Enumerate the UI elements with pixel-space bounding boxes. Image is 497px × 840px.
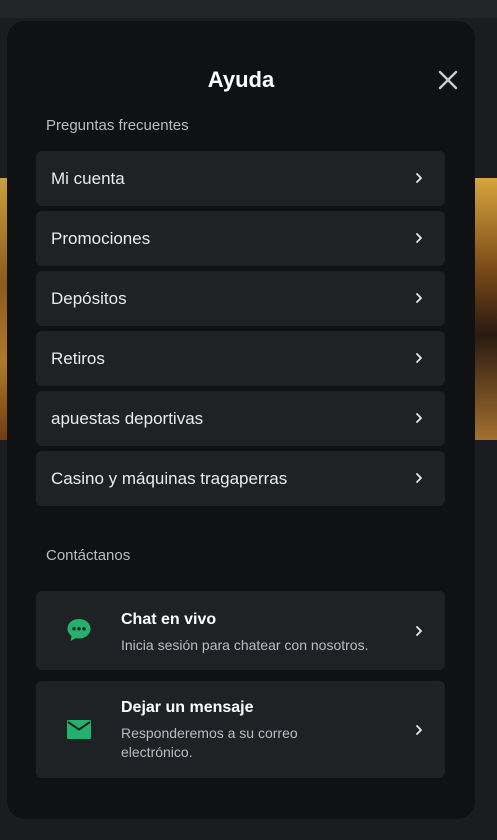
faq-section-label: Preguntas frecuentes xyxy=(46,117,189,134)
faq-item-label: Promociones xyxy=(51,229,151,248)
faq-item-retiros[interactable]: Retiros xyxy=(36,331,445,386)
chevron-right-icon xyxy=(416,725,422,735)
help-modal: Ayuda Preguntas frecuentes Mi cuenta Pro… xyxy=(7,21,475,819)
faq-item-depositos[interactable]: Depósitos xyxy=(36,271,445,326)
live-chat-button[interactable]: Chat en vivo Inicia sesión para chatear … xyxy=(36,591,445,670)
close-button[interactable] xyxy=(436,68,460,92)
faq-item-label: Retiros xyxy=(51,349,105,368)
background-game-thumbnail-right xyxy=(473,178,497,440)
faq-item-label: Casino y máquinas tragaperras xyxy=(51,469,288,488)
faq-item-apuestas-deportivas[interactable]: apuestas deportivas xyxy=(36,391,445,446)
contact-item-title: Dejar un mensaje xyxy=(121,699,254,716)
faq-item-casino[interactable]: Casino y máquinas tragaperras xyxy=(36,451,445,506)
faq-item-label: Mi cuenta xyxy=(51,169,125,188)
chevron-right-icon xyxy=(416,293,422,303)
chevron-right-icon xyxy=(416,233,422,243)
faq-item-label: apuestas deportivas xyxy=(51,409,204,428)
leave-message-button[interactable]: Dejar un mensaje Responderemos a su corr… xyxy=(36,681,445,778)
faq-item-label: Depósitos xyxy=(51,289,127,308)
contact-item-subtitle: Responderemos a su correo electrónico. xyxy=(121,725,298,760)
faq-item-promociones[interactable]: Promociones xyxy=(36,211,445,266)
contact-section-label: Contáctanos xyxy=(46,547,131,564)
contact-item-subtitle: Inicia sesión para chatear con nosotros. xyxy=(121,637,369,653)
chevron-right-icon xyxy=(416,173,422,183)
faq-item-mi-cuenta[interactable]: Mi cuenta xyxy=(36,151,445,206)
chevron-right-icon xyxy=(416,626,422,636)
background-header xyxy=(0,0,497,18)
close-icon xyxy=(438,70,458,90)
chat-bubble-icon xyxy=(67,619,91,641)
modal-title: Ayuda xyxy=(207,67,275,92)
contact-item-title: Chat en vivo xyxy=(121,611,217,628)
chevron-right-icon xyxy=(416,473,422,483)
mail-icon xyxy=(67,720,91,739)
chevron-right-icon xyxy=(416,353,422,363)
chevron-right-icon xyxy=(416,413,422,423)
